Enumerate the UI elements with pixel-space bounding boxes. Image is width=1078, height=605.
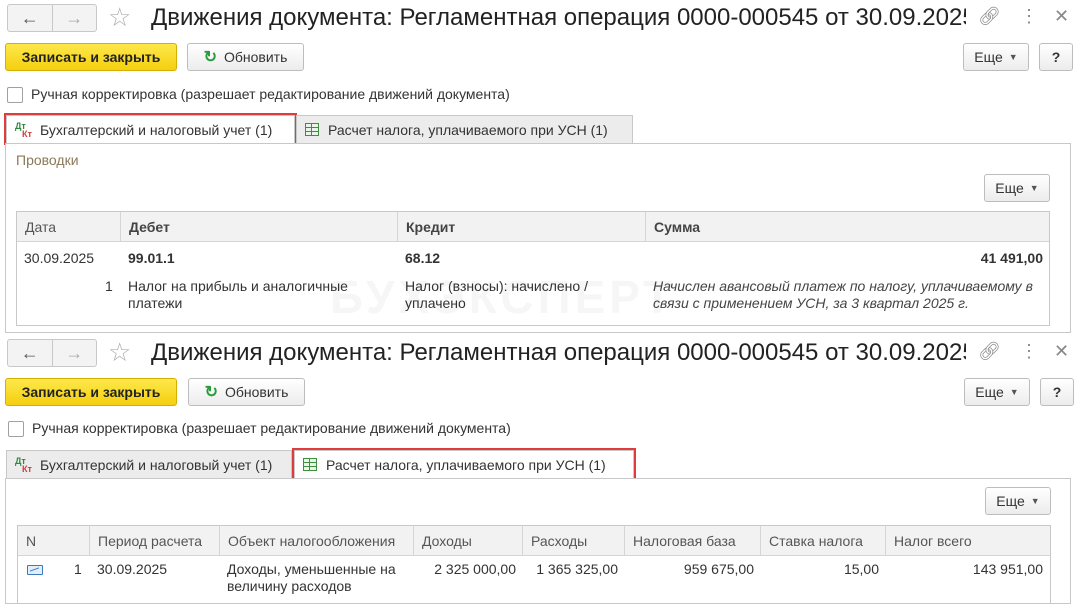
col-header-rate[interactable]: Ставка налога [761,526,886,556]
col-header-base[interactable]: Налоговая база [625,526,761,556]
table-header: Дата Дебет Кредит Сумма [17,212,1049,242]
more-button[interactable]: Еще ▼ [963,43,1029,71]
help-button[interactable]: ? [1040,378,1074,406]
window-title: Движения документа: Регламентная операци… [151,339,966,366]
col-header-credit[interactable]: Кредит [398,212,646,242]
window-titlebar: ← → ☆ Движения документа: Регламентная о… [0,0,1078,36]
chevron-down-icon: ▼ [1029,183,1039,193]
help-button[interactable]: ? [1039,43,1073,71]
grid-icon [305,123,319,136]
row-amount: 41 491,00 [980,250,1043,266]
link-icon[interactable]: 🔗︎ [978,6,1001,27]
col-header-date[interactable]: Дата [17,212,121,242]
manual-correction-checkbox[interactable] [8,421,24,437]
manual-correction-checkbox[interactable] [7,87,23,103]
refresh-button[interactable]: ↻ Обновить [188,378,305,406]
forward-arrow-icon[interactable]: → [51,340,97,366]
more-label: Еще [974,49,1003,65]
tab-label: Расчет налога, уплачиваемого при УСН (1) [326,456,606,473]
close-icon[interactable]: ✕ [1054,6,1069,27]
row-number: 1 [74,561,82,577]
window-titlebar: ← → ☆ Движения документа: Регламентная о… [0,335,1078,371]
watermark: БУХЭКСПЕРТ [330,270,675,324]
chevron-down-icon: ▼ [1008,52,1018,62]
save-close-button[interactable]: Записать и закрыть [5,378,177,406]
refresh-label: Обновить [225,384,289,400]
chevron-down-icon: ▼ [1030,496,1040,506]
row-tax-total: 143 951,00 [972,561,1043,577]
col-header-object[interactable]: Объект налогообложения [220,526,414,556]
movements-window-usn: ← → ☆ Движения документа: Регламентная о… [0,335,1078,605]
row-rate: 15,00 [843,561,879,577]
close-icon[interactable]: ✕ [1054,341,1069,362]
register-record-icon [27,565,43,575]
more-label: Еще [975,384,1004,400]
refresh-label: Обновить [224,49,288,65]
row-expenses: 1 365 325,00 [536,561,618,577]
row-content: Начислен авансовый платеж по налогу, упл… [653,278,1033,311]
more-label: Еще [996,493,1025,509]
table-header: N Период расчета Объект налогообложения … [18,526,1050,556]
tab-content: Еще ▼ N Период расчета Объект налогооблож… [5,478,1071,604]
col-header-amount[interactable]: Сумма [646,212,1049,242]
row-date: 30.09.2025 [24,250,95,266]
back-arrow-icon[interactable]: ← [8,340,52,366]
row-income: 2 325 000,00 [434,561,516,577]
manual-correction-label: Ручная корректировка (разрешает редактир… [32,420,511,436]
tab-usn-tax[interactable]: Расчет налога, уплачиваемого при УСН (1) [296,115,633,143]
back-arrow-icon[interactable]: ← [8,5,52,31]
favorite-star-icon[interactable]: ☆ [108,337,131,367]
usn-tax-table[interactable]: N Период расчета Объект налогообложения … [17,525,1051,604]
col-header-period[interactable]: Период расчета [90,526,220,556]
section-label-postings: Проводки [16,152,79,168]
link-icon[interactable]: 🔗︎ [978,341,1001,362]
more-label: Еще [995,180,1024,196]
refresh-button[interactable]: ↻ Обновить [187,43,304,71]
tab-label: Расчет налога, уплачиваемого при УСН (1) [328,121,608,138]
tab-label: Бухгалтерский и налоговый учет (1) [40,456,273,473]
refresh-icon: ↻ [204,384,218,401]
usn-more-button[interactable]: Еще ▼ [985,487,1051,515]
tab-accounting[interactable]: Дт Кт Бухгалтерский и налоговый учет (1) [6,450,292,478]
col-header-income[interactable]: Доходы [414,526,523,556]
forward-arrow-icon[interactable]: → [51,5,97,31]
more-button[interactable]: Еще ▼ [964,378,1030,406]
row-period: 30.09.2025 [97,561,168,577]
manual-correction-label: Ручная корректировка (разрешает редактир… [31,86,510,102]
window-title: Движения документа: Регламентная операци… [151,4,966,31]
col-header-n[interactable]: N [18,526,90,556]
favorite-star-icon[interactable]: ☆ [108,2,131,32]
tab-accounting[interactable]: Дт Кт Бухгалтерский и налоговый учет (1) [4,113,297,145]
tab-usn-tax[interactable]: Расчет налога, уплачиваемого при УСН (1) [292,448,636,480]
refresh-icon: ↻ [203,49,217,66]
row-object: Доходы, уменьшенные на величину расходов [227,561,396,594]
row-credit-account: 68.12 [405,250,441,266]
menu-dots-icon[interactable]: ⋮ [1020,6,1038,27]
col-header-debit[interactable]: Дебет [121,212,398,242]
nav-buttons: ← → [7,4,97,32]
col-header-expenses[interactable]: Расходы [523,526,625,556]
postings-more-button[interactable]: Еще ▼ [984,174,1050,202]
row-base: 959 675,00 [683,561,754,577]
grid-icon [303,458,317,471]
dt-kt-icon: Дт Кт [15,455,32,474]
row-number: 1 [105,278,113,294]
chevron-down-icon: ▼ [1009,387,1019,397]
nav-buttons: ← → [7,339,97,367]
save-close-button[interactable]: Записать и закрыть [5,43,177,71]
row-debit-account: 99.01.1 [128,250,175,266]
col-header-tax-total[interactable]: Налог всего [886,526,1050,556]
tab-label: Бухгалтерский и налоговый учет (1) [40,121,273,138]
menu-dots-icon[interactable]: ⋮ [1020,341,1038,362]
dt-kt-icon: Дт Кт [15,120,32,139]
